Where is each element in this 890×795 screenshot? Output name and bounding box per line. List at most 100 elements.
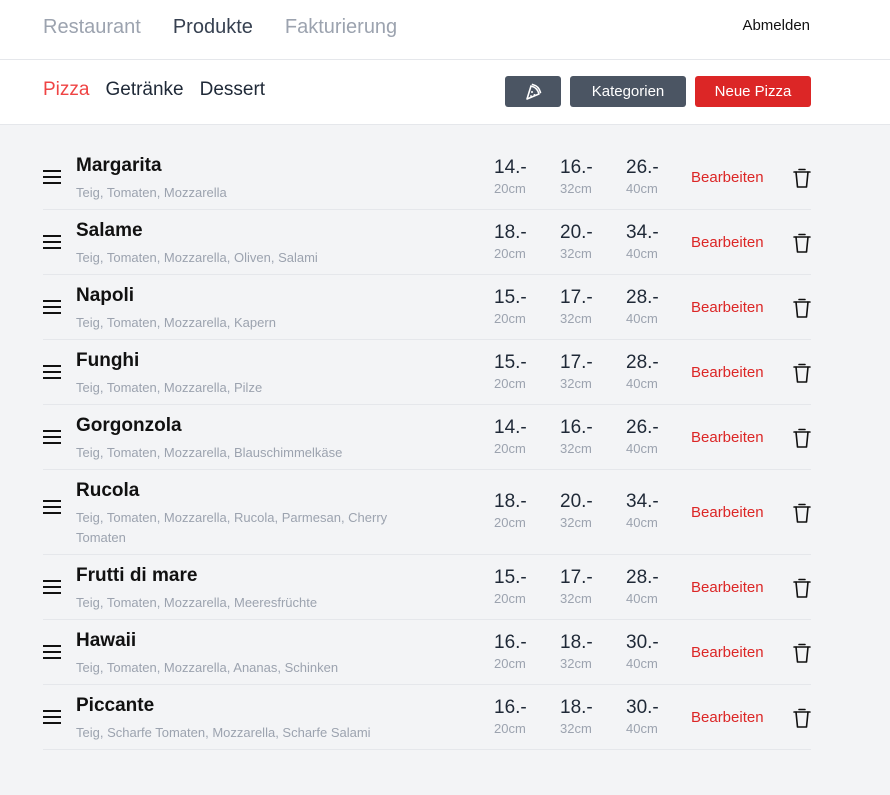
- price-size-label: 40cm: [626, 246, 658, 261]
- price-size-label: 32cm: [560, 515, 592, 530]
- price-size-label: 40cm: [626, 721, 658, 736]
- price-medium: 20.- 32cm: [560, 490, 620, 532]
- price-large: 28.- 40cm: [626, 286, 686, 328]
- drag-handle-icon[interactable]: [43, 645, 61, 659]
- trash-icon[interactable]: [792, 707, 812, 729]
- drag-handle-icon[interactable]: [43, 710, 61, 724]
- price-size-label: 32cm: [560, 311, 592, 326]
- price-value: 15.-: [494, 287, 527, 308]
- price-size-label: 20cm: [494, 515, 526, 530]
- trash-icon[interactable]: [792, 362, 812, 384]
- pizza-row: Rucola Teig, Tomaten, Mozzarella, Rucola…: [43, 470, 811, 555]
- price-size-label: 20cm: [494, 246, 526, 261]
- drag-handle-icon[interactable]: [43, 580, 61, 594]
- drag-handle-icon[interactable]: [43, 365, 61, 379]
- pizza-ingredients: Teig, Tomaten, Mozzarella, Rucola, Parme…: [76, 510, 388, 545]
- toolbar-actions: Kategorien Neue Pizza: [505, 76, 811, 107]
- price-size-label: 20cm: [494, 311, 526, 326]
- pizza-list: Margarita Teig, Tomaten, Mozzarella 14.-…: [43, 145, 811, 750]
- price-value: 26.-: [626, 417, 659, 438]
- price-size-label: 32cm: [560, 441, 592, 456]
- price-small: 16.- 20cm: [494, 696, 554, 738]
- pizza-name: Rucola: [76, 480, 140, 501]
- pizza-name: Frutti di mare: [76, 565, 198, 586]
- price-value: 17.-: [560, 352, 593, 373]
- pizza-ingredients: Teig, Tomaten, Mozzarella, Ananas, Schin…: [76, 660, 339, 675]
- tab-pizza[interactable]: Pizza: [43, 79, 89, 101]
- price-value: 14.-: [494, 157, 527, 178]
- price-size-label: 32cm: [560, 721, 592, 736]
- nav-item-produkte[interactable]: Produkte: [173, 16, 253, 39]
- trash-icon[interactable]: [792, 167, 812, 189]
- tab-dessert[interactable]: Dessert: [200, 79, 265, 101]
- price-large: 26.- 40cm: [626, 416, 686, 458]
- drag-handle-icon[interactable]: [43, 430, 61, 444]
- pizza-ingredients: Teig, Scharfe Tomaten, Mozzarella, Schar…: [76, 725, 371, 740]
- trash-icon[interactable]: [792, 297, 812, 319]
- trash-icon[interactable]: [792, 577, 812, 599]
- drag-handle-icon[interactable]: [43, 300, 61, 314]
- price-large: 28.- 40cm: [626, 351, 686, 393]
- price-value: 28.-: [626, 567, 659, 588]
- pizza-row: Napoli Teig, Tomaten, Mozzarella, Kapern…: [43, 275, 811, 340]
- edit-button[interactable]: Bearbeiten: [691, 709, 764, 726]
- price-large: 34.- 40cm: [626, 490, 686, 532]
- trash-icon[interactable]: [792, 427, 812, 449]
- pizza-name: Salame: [76, 220, 143, 241]
- price-small: 18.- 20cm: [494, 490, 554, 532]
- trash-icon[interactable]: [792, 642, 812, 664]
- price-small: 15.- 20cm: [494, 566, 554, 608]
- category-bar: Pizza Getränke Dessert Kategorien Neue P…: [0, 60, 890, 125]
- drag-handle-icon[interactable]: [43, 170, 61, 184]
- price-value: 15.-: [494, 567, 527, 588]
- pizza-ingredients: Teig, Tomaten, Mozzarella: [76, 185, 227, 200]
- price-value: 18.-: [494, 491, 527, 512]
- category-tabs: Pizza Getränke Dessert: [43, 79, 265, 101]
- pizza-ingredients: Teig, Tomaten, Mozzarella, Oliven, Salam…: [76, 250, 318, 265]
- edit-button[interactable]: Bearbeiten: [691, 504, 764, 521]
- new-pizza-button[interactable]: Neue Pizza: [695, 76, 811, 107]
- logout-link[interactable]: Abmelden: [742, 17, 810, 34]
- edit-button[interactable]: Bearbeiten: [691, 169, 764, 186]
- pizza-row: Gorgonzola Teig, Tomaten, Mozzarella, Bl…: [43, 405, 811, 470]
- pizza-name: Gorgonzola: [76, 415, 182, 436]
- price-size-label: 32cm: [560, 591, 592, 606]
- edit-button[interactable]: Bearbeiten: [691, 234, 764, 251]
- price-value: 15.-: [494, 352, 527, 373]
- price-large: 30.- 40cm: [626, 631, 686, 673]
- price-value: 18.-: [560, 632, 593, 653]
- categories-button[interactable]: Kategorien: [570, 76, 686, 107]
- pizza-icon-button[interactable]: [505, 76, 561, 107]
- pizza-name: Margarita: [76, 155, 162, 176]
- edit-button[interactable]: Bearbeiten: [691, 299, 764, 316]
- price-small: 14.- 20cm: [494, 156, 554, 198]
- pizza-row: Salame Teig, Tomaten, Mozzarella, Oliven…: [43, 210, 811, 275]
- price-size-label: 40cm: [626, 515, 658, 530]
- nav-item-restaurant[interactable]: Restaurant: [43, 16, 141, 39]
- edit-button[interactable]: Bearbeiten: [691, 429, 764, 446]
- trash-icon[interactable]: [792, 502, 812, 524]
- edit-button[interactable]: Bearbeiten: [691, 644, 764, 661]
- drag-handle-icon[interactable]: [43, 500, 61, 514]
- edit-button[interactable]: Bearbeiten: [691, 579, 764, 596]
- price-value: 16.-: [494, 632, 527, 653]
- price-small: 15.- 20cm: [494, 351, 554, 393]
- price-size-label: 20cm: [494, 721, 526, 736]
- price-value: 20.-: [560, 491, 593, 512]
- pizza-ingredients: Teig, Tomaten, Mozzarella, Pilze: [76, 380, 263, 395]
- pizza-row: Piccante Teig, Scharfe Tomaten, Mozzarel…: [43, 685, 811, 750]
- price-value: 30.-: [626, 632, 659, 653]
- tab-getraenke[interactable]: Getränke: [105, 79, 183, 101]
- price-small: 15.- 20cm: [494, 286, 554, 328]
- price-value: 34.-: [626, 222, 659, 243]
- nav-item-fakturierung[interactable]: Fakturierung: [285, 16, 397, 39]
- price-value: 16.-: [560, 157, 593, 178]
- edit-button[interactable]: Bearbeiten: [691, 364, 764, 381]
- trash-icon[interactable]: [792, 232, 812, 254]
- price-value: 30.-: [626, 697, 659, 718]
- price-size-label: 32cm: [560, 181, 592, 196]
- price-size-label: 32cm: [560, 376, 592, 391]
- price-medium: 17.- 32cm: [560, 566, 620, 608]
- drag-handle-icon[interactable]: [43, 235, 61, 249]
- pizza-ingredients: Teig, Tomaten, Mozzarella, Kapern: [76, 315, 276, 330]
